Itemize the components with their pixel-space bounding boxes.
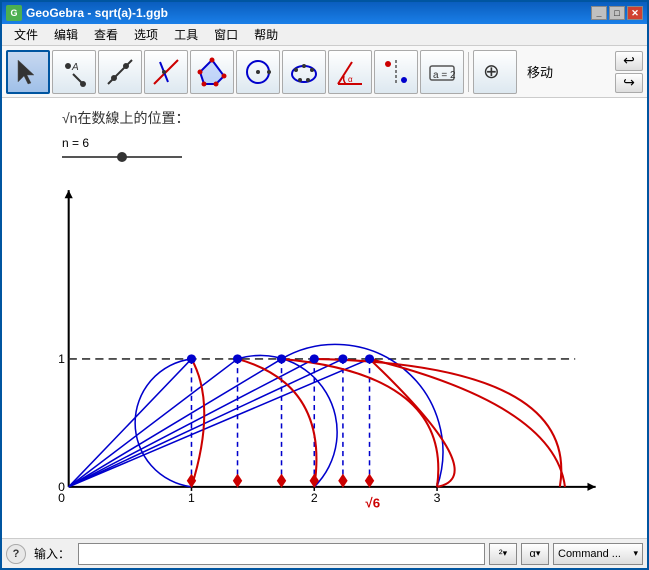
- svg-text:0: 0: [58, 480, 65, 494]
- circle-icon: [242, 56, 274, 88]
- svg-text:√6: √6: [365, 495, 380, 510]
- menu-edit[interactable]: 编辑: [46, 24, 86, 45]
- help-button[interactable]: ?: [6, 544, 26, 564]
- tool-angle[interactable]: α: [328, 50, 372, 94]
- svg-text:a = 2: a = 2: [433, 70, 456, 81]
- input-field[interactable]: [78, 543, 485, 565]
- perpendicular-icon: [150, 56, 182, 88]
- tool-move-view[interactable]: ⊕: [473, 50, 517, 94]
- svg-text:α: α: [348, 75, 353, 84]
- numeric-icon: a = 2: [426, 56, 458, 88]
- title-bar-left: G GeoGebra - sqrt(a)-1.ggb: [6, 5, 168, 21]
- tool-polygon[interactable]: [190, 50, 234, 94]
- menu-file[interactable]: 文件: [6, 24, 46, 45]
- math-svg: 0 1 2 3 0 1: [2, 98, 647, 538]
- status-bar: ? 输入： ² ▾ α ▾ Command ... ▾: [2, 538, 647, 568]
- power-dropdown[interactable]: ² ▾: [489, 543, 517, 565]
- canvas[interactable]: √n在数線上的位置： n = 6 0 1: [2, 98, 647, 538]
- alpha-dropdown[interactable]: α ▾: [521, 543, 549, 565]
- move-label: 移动: [519, 62, 561, 81]
- command-dropdown[interactable]: Command ... ▾: [553, 543, 643, 565]
- svg-text:3: 3: [434, 491, 441, 505]
- minimize-button[interactable]: _: [591, 6, 607, 20]
- redo-button[interactable]: ↪: [615, 73, 643, 93]
- menu-options[interactable]: 选项: [126, 24, 166, 45]
- line-icon: [104, 56, 136, 88]
- maximize-button[interactable]: □: [609, 6, 625, 20]
- conic-icon: [288, 56, 320, 88]
- menu-help[interactable]: 帮助: [246, 24, 286, 45]
- point-icon: A: [58, 56, 90, 88]
- tool-reflect[interactable]: [374, 50, 418, 94]
- menu-window[interactable]: 窗口: [206, 24, 246, 45]
- undo-button[interactable]: ↩: [615, 51, 643, 71]
- title-bar: G GeoGebra - sqrt(a)-1.ggb _ □ ✕: [2, 2, 647, 24]
- tool-circle[interactable]: [236, 50, 280, 94]
- command-label: Command ...: [558, 548, 621, 560]
- tool-line[interactable]: [98, 50, 142, 94]
- close-button[interactable]: ✕: [627, 6, 643, 20]
- input-label: 输入：: [30, 545, 74, 562]
- tool-point[interactable]: A: [52, 50, 96, 94]
- main-window: G GeoGebra - sqrt(a)-1.ggb _ □ ✕ 文件 编辑 查…: [0, 0, 649, 570]
- reflect-icon: [380, 56, 412, 88]
- menu-tools[interactable]: 工具: [166, 24, 206, 45]
- menu-bar: 文件 编辑 查看 选项 工具 窗口 帮助: [2, 24, 647, 46]
- main-area: √n在数線上的位置： n = 6 0 1: [2, 98, 647, 538]
- svg-text:1: 1: [188, 491, 195, 505]
- menu-view[interactable]: 查看: [86, 24, 126, 45]
- svg-text:2: 2: [311, 491, 318, 505]
- tool-numeric[interactable]: a = 2: [420, 50, 464, 94]
- svg-text:1: 1: [58, 352, 65, 366]
- angle-icon: α: [334, 56, 366, 88]
- window-title: GeoGebra - sqrt(a)-1.ggb: [26, 6, 168, 20]
- svg-text:A: A: [71, 62, 79, 73]
- toolbar: A: [2, 46, 647, 98]
- move-view-icon: ⊕: [479, 56, 511, 88]
- window-controls: _ □ ✕: [591, 6, 643, 20]
- command-dropdown-arrow: ▾: [633, 548, 638, 559]
- tool-select[interactable]: [6, 50, 50, 94]
- tool-perpendicular[interactable]: [144, 50, 188, 94]
- undo-redo-area: ↩ ↪: [615, 51, 643, 93]
- svg-text:⊕: ⊕: [483, 61, 500, 83]
- app-icon: G: [6, 5, 22, 21]
- toolbar-separator: [468, 52, 469, 92]
- tool-conic[interactable]: [282, 50, 326, 94]
- select-icon: [12, 56, 44, 88]
- polygon-icon: [196, 56, 228, 88]
